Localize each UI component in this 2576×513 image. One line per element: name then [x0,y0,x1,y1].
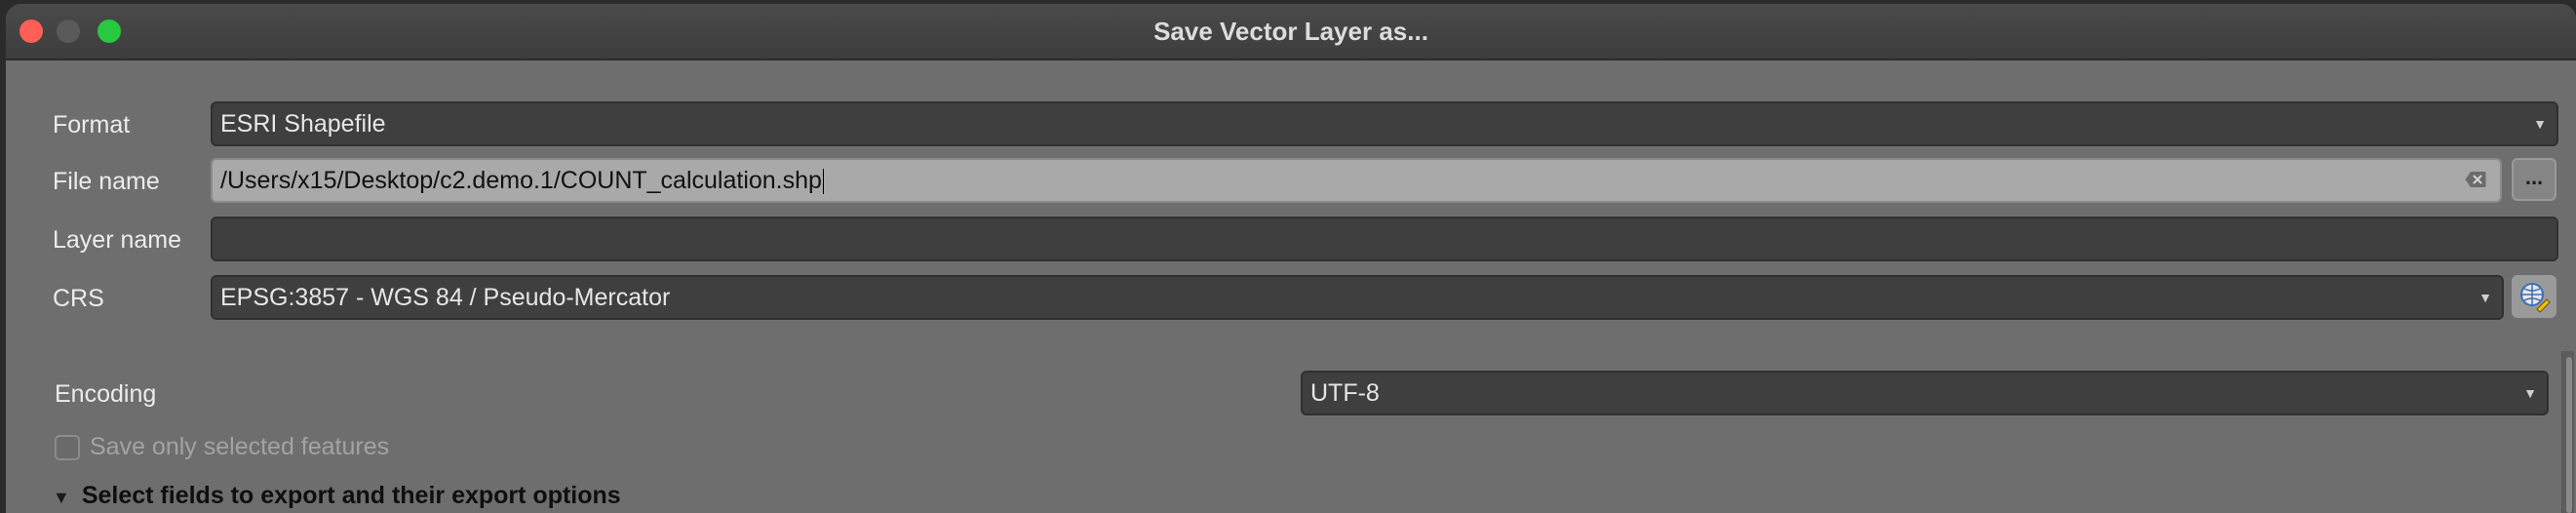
crs-value: EPSG:3857 - WGS 84 / Pseudo-Mercator [220,284,671,311]
triangle-down-icon: ▼ [53,488,70,507]
crs-label: CRS [53,285,104,312]
crs-selector-button[interactable] [2512,275,2556,318]
select-fields-section-header[interactable]: ▼ Select fields to export and their expor… [53,476,621,513]
browse-file-button[interactable]: ... [2512,158,2556,201]
clear-text-icon[interactable] [2465,171,2486,188]
layername-input[interactable] [211,217,2558,261]
globe-pencil-icon [2520,283,2551,313]
title-bar: Save Vector Layer as... [6,4,2576,60]
filename-label: File name [53,168,160,195]
select-fields-section-label: Select fields to export and their export… [81,482,621,509]
chevron-down-icon: ▼ [2523,385,2537,401]
save-vector-layer-dialog: Save Vector Layer as... Format ESRI Shap… [6,4,2576,513]
window-title: Save Vector Layer as... [1153,17,1428,46]
save-selected-only-label: Save only selected features [90,433,390,460]
format-value: ESRI Shapefile [220,110,386,138]
filename-value: /Users/x15/Desktop/c2.demo.1/COUNT_calcu… [220,167,822,194]
format-dropdown[interactable]: ESRI Shapefile ▼ [211,101,2558,146]
save-selected-only-checkbox[interactable] [55,435,80,460]
filename-input[interactable]: /Users/x15/Desktop/c2.demo.1/COUNT_calcu… [211,158,2502,203]
scrollbar-thumb[interactable] [2566,357,2572,513]
encoding-value: UTF-8 [1310,379,1380,407]
encoding-dropdown[interactable]: UTF-8 ▼ [1301,371,2549,415]
text-cursor [822,169,824,195]
format-label: Format [53,111,131,138]
crs-dropdown[interactable]: EPSG:3857 - WGS 84 / Pseudo-Mercator ▼ [211,275,2504,320]
chevron-down-icon: ▼ [2478,290,2492,305]
encoding-label: Encoding [55,380,157,408]
layername-label: Layer name [53,226,182,254]
chevron-down-icon: ▼ [2533,116,2547,132]
